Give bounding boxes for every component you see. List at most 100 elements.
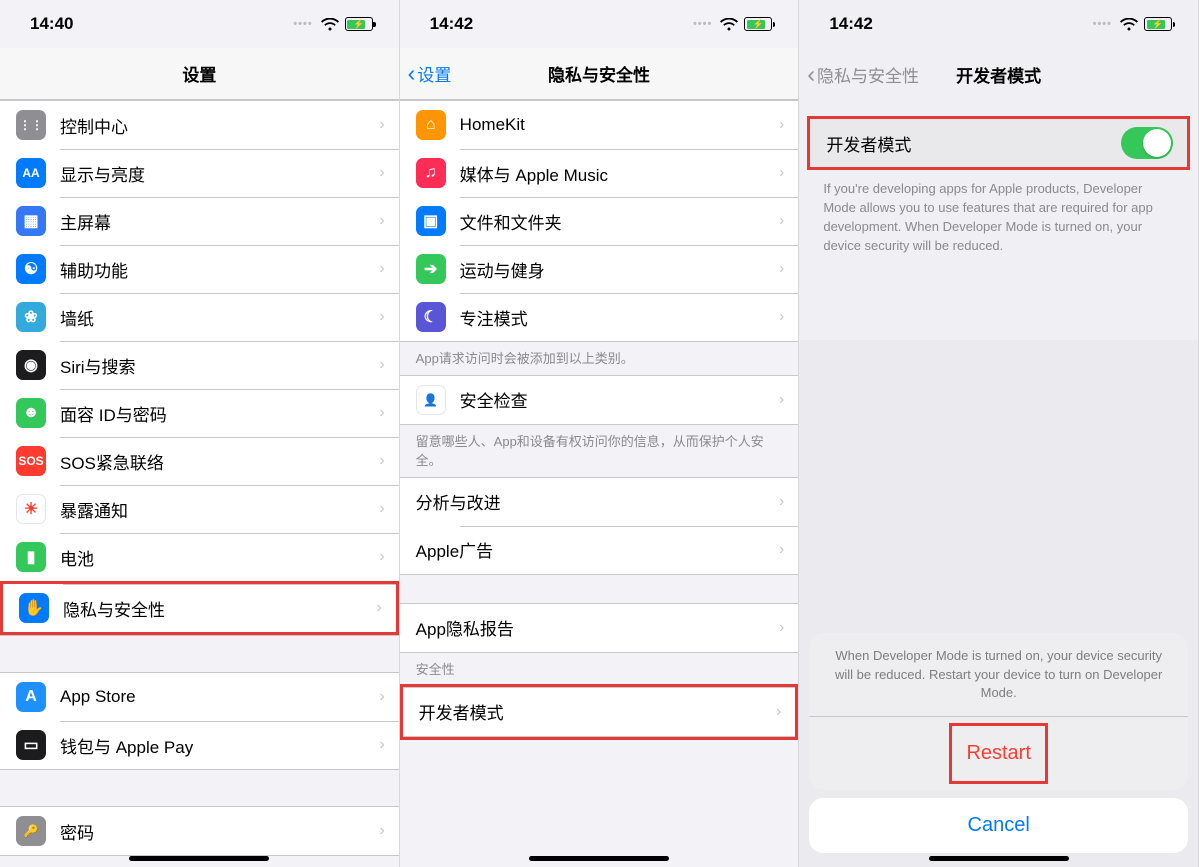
restart-highlight: Restart <box>949 723 1047 784</box>
chevron-right-icon: › <box>776 703 781 721</box>
privacy-cell[interactable]: ▣文件和文件夹› <box>400 197 799 245</box>
toggle-label: 开发者模式 <box>826 131 1121 156</box>
cell-label: 专注模式 <box>460 305 779 330</box>
chevron-right-icon: › <box>779 493 784 511</box>
page-title: 设置 <box>182 61 216 86</box>
privacy-list[interactable]: ⌂HomeKit›♫媒体与 Apple Music›▣文件和文件夹›➔运动与健身… <box>400 100 799 867</box>
chevron-right-icon: › <box>779 391 784 409</box>
home-indicator[interactable] <box>929 856 1069 861</box>
cell-label: 隐私与安全性 <box>63 596 376 621</box>
restart-highlight-wrap: Restart <box>809 717 1188 790</box>
cellular-dots-icon: •••• <box>293 18 312 30</box>
developer-mode-pane: 14:42 •••• ⚡ ‹ 隐私与安全性 开发者模式 开发者模式 If you… <box>799 0 1199 867</box>
status-bar: 14:42 •••• ⚡ <box>799 0 1198 48</box>
restart-button[interactable]: Restart <box>966 726 1030 781</box>
faceid-icon: ☻ <box>16 398 46 428</box>
chevron-right-icon: › <box>379 308 384 326</box>
battery-icon: ▮ <box>16 542 46 572</box>
files-icon: ▣ <box>416 206 446 236</box>
nav-bar: 设置 <box>0 48 399 100</box>
fitness-icon: ➔ <box>416 254 446 284</box>
safety-check-icon: 👤 <box>416 385 446 415</box>
settings-list[interactable]: ⋮⋮控制中心›AA显示与亮度›▦主屏幕›☯辅助功能›❀墙纸›◉Siri与搜索›☻… <box>0 100 399 867</box>
nav-bar: ‹ 设置 隐私与安全性 <box>400 48 799 100</box>
cell-label: 墙纸 <box>60 305 379 330</box>
chevron-right-icon: › <box>379 116 384 134</box>
developer-mode-highlight: 开发者模式› <box>400 684 799 740</box>
cell-label: App Store <box>60 687 379 707</box>
battery-icon: ⚡ <box>1144 17 1172 31</box>
privacy-cell[interactable]: Apple广告› <box>400 526 799 574</box>
privacy-cell[interactable]: ☾ 专注模式› <box>400 293 799 341</box>
cell-label: 开发者模式 <box>419 699 776 724</box>
wallpaper-icon: ❀ <box>16 302 46 332</box>
privacy-cell[interactable]: 👤安全检查› <box>400 376 799 424</box>
exposure-icon: ☀ <box>16 494 46 524</box>
section-header: 安全性 <box>400 653 799 684</box>
settings-cell-wallet[interactable]: ▭钱包与 Apple Pay› <box>0 721 399 769</box>
settings-cell-exposure[interactable]: ☀暴露通知› <box>0 485 399 533</box>
chevron-right-icon: › <box>779 260 784 278</box>
chevron-right-icon: › <box>379 452 384 470</box>
settings-cell-wallpaper[interactable]: ❀ 墙纸› <box>0 293 399 341</box>
back-button[interactable]: ‹ 隐私与安全性 <box>807 48 919 100</box>
sos-icon: SOS <box>16 446 46 476</box>
cell-label: Apple广告 <box>416 537 779 562</box>
privacy-cell[interactable]: ⌂HomeKit› <box>400 101 799 149</box>
cancel-button[interactable]: Cancel <box>809 798 1188 853</box>
settings-cell-display[interactable]: AA显示与亮度› <box>0 149 399 197</box>
cell-label: 主屏幕 <box>60 209 379 234</box>
privacy-cell[interactable]: ♫媒体与 Apple Music› <box>400 149 799 197</box>
cell-label: Siri与搜索 <box>60 353 379 378</box>
home-indicator[interactable] <box>129 856 269 861</box>
status-time: 14:40 <box>30 14 73 34</box>
status-bar: 14:40 •••• ⚡ <box>0 0 399 48</box>
privacy-icon: ✋ <box>19 593 49 623</box>
focus-icon: ☾ <box>416 302 446 332</box>
chevron-right-icon: › <box>379 164 384 182</box>
chevron-right-icon: › <box>779 308 784 326</box>
nav-bar: ‹ 隐私与安全性 开发者模式 <box>799 48 1198 100</box>
chevron-right-icon: › <box>379 688 384 706</box>
settings-pane: 14:40 •••• ⚡ 设置 ⋮⋮控制中心›AA显示与亮度› ▦ 主屏幕 › ☯辅助功… <box>0 0 400 867</box>
developer-mode-toggle-cell[interactable]: 开发者模式 <box>810 119 1187 167</box>
chevron-right-icon: › <box>376 599 381 617</box>
chevron-right-icon: › <box>379 356 384 374</box>
battery-icon: ⚡ <box>744 17 772 31</box>
cell-label: 控制中心 <box>60 113 379 138</box>
display-icon: AA <box>16 158 46 188</box>
privacy-cell[interactable]: 开发者模式› <box>403 688 796 736</box>
privacy-cell[interactable]: 分析与改进› <box>400 478 799 526</box>
cell-label: 分析与改进 <box>416 489 779 514</box>
settings-cell-home-screen[interactable]: ▦主屏幕› <box>0 197 399 245</box>
home-indicator[interactable] <box>529 856 669 861</box>
privacy-cell[interactable]: App隐私报告› <box>400 604 799 652</box>
developer-mode-section: 开发者模式 If you're developing apps for Appl… <box>799 100 1198 265</box>
settings-cell-accessibility[interactable]: ☯辅助功能› <box>0 245 399 293</box>
chevron-right-icon: › <box>779 541 784 559</box>
developer-mode-switch[interactable] <box>1121 127 1173 159</box>
settings-cell-control-center[interactable]: ⋮⋮控制中心› <box>0 101 399 149</box>
status-right: •••• ⚡ <box>1093 17 1172 31</box>
accessibility-icon: ☯ <box>16 254 46 284</box>
wifi-icon <box>1120 18 1138 31</box>
home-screen-icon: ▦ <box>16 206 46 236</box>
privacy-cell[interactable]: ➔运动与健身› <box>400 245 799 293</box>
page-title: 开发者模式 <box>956 62 1041 87</box>
wifi-icon <box>720 18 738 31</box>
homekit-icon: ⌂ <box>416 110 446 140</box>
settings-cell-appstore[interactable]: AApp Store› <box>0 673 399 721</box>
settings-cell-faceid[interactable]: ☻面容 ID与密码› <box>0 389 399 437</box>
settings-cell-siri[interactable]: ◉Siri与搜索› <box>0 341 399 389</box>
settings-cell-privacy[interactable]: ✋ 隐私与安全性› <box>3 584 396 632</box>
cellular-dots-icon: •••• <box>1093 18 1112 30</box>
settings-cell-sos[interactable]: SOSSOS紧急联络› <box>0 437 399 485</box>
cell-label: 密码 <box>60 819 379 844</box>
settings-cell-passwords[interactable]: 🔑密码› <box>0 807 399 855</box>
music-icon: ♫ <box>416 158 446 188</box>
back-button[interactable]: ‹ 设置 <box>408 48 452 99</box>
settings-cell-battery[interactable]: ▮电池› <box>0 533 399 581</box>
developer-mode-footer: If you're developing apps for Apple prod… <box>807 170 1190 265</box>
chevron-left-icon: ‹ <box>408 60 416 87</box>
developer-mode-highlight: 开发者模式 <box>807 116 1190 170</box>
